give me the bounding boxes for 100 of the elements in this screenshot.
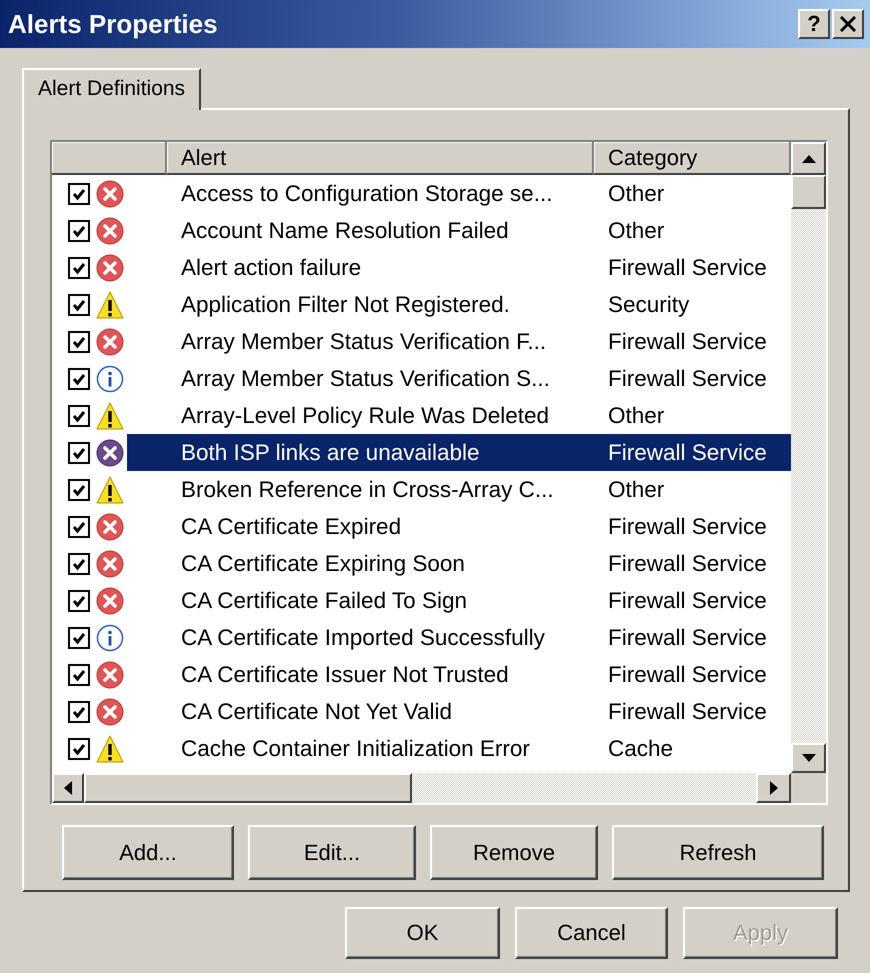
checkmark-icon (72, 334, 86, 348)
column-header[interactable]: Alert (167, 142, 594, 175)
error-icon (96, 512, 124, 540)
warning-icon (96, 476, 124, 504)
close-icon (839, 16, 857, 32)
alert-category: Firewall Service (607, 328, 768, 356)
scroll-thumb[interactable] (84, 773, 412, 803)
list-row[interactable]: CA Certificate Expiring Soon Firewall Service (52, 545, 791, 582)
vertical-scrollbar[interactable] (791, 142, 826, 773)
list-row[interactable]: CA Certificate Issuer Not Trusted Firewall Service (52, 656, 791, 693)
checkmark-icon (72, 186, 86, 200)
alert-name: Account Name Resolution Failed (180, 217, 510, 245)
checkmark-icon (72, 630, 86, 644)
list-row[interactable]: Alert action failure Firewall Service (52, 249, 791, 286)
list-row[interactable]: Array Member Status Verification F... Firewall Service (52, 323, 791, 360)
checkbox[interactable] (68, 442, 90, 464)
checkbox[interactable] (68, 626, 90, 648)
alert-name: Array Member Status Verification S... (180, 365, 551, 393)
scroll-thumb[interactable] (791, 175, 826, 209)
error-icon (96, 328, 124, 356)
alert-category: Firewall Service (607, 698, 768, 726)
alert-category: Other (607, 217, 666, 245)
scroll-up-icon[interactable] (791, 142, 826, 175)
alert-category: Other (607, 180, 666, 208)
alert-name: Array-Level Policy Rule Was Deleted (180, 402, 550, 430)
list-row[interactable]: CA Certificate Not Yet Valid Firewall Service (52, 693, 791, 730)
scroll-left-icon[interactable] (52, 773, 84, 803)
list-row[interactable]: Account Name Resolution Failed Other (52, 212, 791, 249)
window-title: Alerts Properties (8, 8, 218, 40)
checkbox[interactable] (68, 256, 90, 278)
checkbox[interactable] (68, 294, 90, 316)
alert-name: Application Filter Not Registered. (180, 291, 511, 319)
checkmark-icon (72, 260, 86, 274)
alert-name: CA Certificate Failed To Sign (180, 587, 468, 615)
list-row[interactable]: Array Member Status Verification S... Firewall Service (52, 360, 791, 397)
checkbox[interactable] (68, 368, 90, 390)
list-row[interactable]: Broken Reference in Cross-Array C... Other (52, 471, 791, 508)
info-icon (96, 364, 124, 392)
tab[interactable]: Alert Definitions (22, 68, 202, 110)
list-row[interactable]: CA Certificate Expired Firewall Service (52, 508, 791, 545)
checkbox[interactable] (68, 220, 90, 242)
edit-button[interactable]: Edit... (248, 825, 416, 880)
horizontal-scrollbar[interactable] (52, 773, 791, 803)
alert-category: Firewall Service (607, 661, 768, 689)
checkbox[interactable] (68, 552, 90, 574)
refresh-button[interactable]: Refresh (612, 825, 824, 880)
checkbox[interactable] (68, 664, 90, 686)
list-row[interactable]: CA Certificate Failed To Sign Firewall Service (52, 582, 791, 619)
list-row[interactable]: Array-Level Policy Rule Was Deleted Other (52, 397, 791, 434)
scroll-down-icon[interactable] (791, 743, 826, 773)
checkmark-icon (72, 594, 86, 608)
checkmark-icon (72, 742, 86, 756)
alert-category: Security (607, 291, 690, 319)
alert-category: Firewall Service (607, 513, 768, 541)
checkmark-icon (72, 482, 86, 496)
checkmark-icon (72, 520, 86, 534)
ok-button[interactable]: OK (345, 907, 500, 959)
scrollbar-corner (791, 773, 826, 803)
help-button[interactable]: ? (798, 9, 830, 39)
alert-name: CA Certificate Imported Successfully (180, 624, 546, 652)
checkbox[interactable] (68, 738, 90, 760)
add-button[interactable]: Add... (62, 825, 234, 880)
checkbox[interactable] (68, 182, 90, 204)
list-row[interactable]: CA Certificate Imported Successfully Firewall Service (52, 619, 791, 656)
alert-name: CA Certificate Issuer Not Trusted (180, 661, 510, 689)
checkmark-icon (72, 372, 86, 386)
column-header[interactable]: Category (594, 142, 791, 175)
error-icon (96, 550, 124, 578)
cancel-button[interactable]: Cancel (515, 907, 668, 959)
list-row[interactable]: Application Filter Not Registered. Security (52, 286, 791, 323)
error-icon (96, 180, 124, 208)
checkbox[interactable] (68, 478, 90, 500)
alert-category: Firewall Service (607, 365, 768, 393)
alert-name: Broken Reference in Cross-Array C... (180, 476, 555, 504)
alert-name: Array Member Status Verification F... (180, 328, 548, 356)
checkmark-icon (72, 556, 86, 570)
warning-icon (96, 734, 124, 762)
alert-name: CA Certificate Expired (180, 513, 402, 541)
alert-category: Other (607, 402, 666, 430)
checkbox[interactable] (68, 590, 90, 612)
list-row[interactable]: Access to Configuration Storage se... Other (52, 175, 791, 212)
checkbox[interactable] (68, 700, 90, 722)
checkmark-icon (72, 704, 86, 718)
remove-button[interactable]: Remove (430, 825, 598, 880)
alert-name: Cache Container Initialization Error (180, 735, 531, 763)
column-header[interactable] (52, 142, 167, 175)
scroll-right-icon[interactable] (756, 773, 791, 803)
error-icon (96, 438, 124, 466)
checkbox[interactable] (68, 404, 90, 426)
list-row[interactable]: Cache Container Initialization Error Cache (52, 730, 791, 767)
info-icon (96, 624, 124, 652)
alert-name: Alert action failure (180, 254, 362, 282)
checkbox[interactable] (68, 330, 90, 352)
alert-category: Firewall Service (594, 434, 791, 471)
list-row[interactable]: Both ISP links are unavailable Firewall Service (52, 434, 791, 471)
checkbox[interactable] (68, 516, 90, 538)
close-button[interactable] (832, 9, 864, 39)
checkmark-icon (72, 298, 86, 312)
alert-name: CA Certificate Expiring Soon (180, 550, 466, 578)
alert-category: Other (607, 476, 666, 504)
